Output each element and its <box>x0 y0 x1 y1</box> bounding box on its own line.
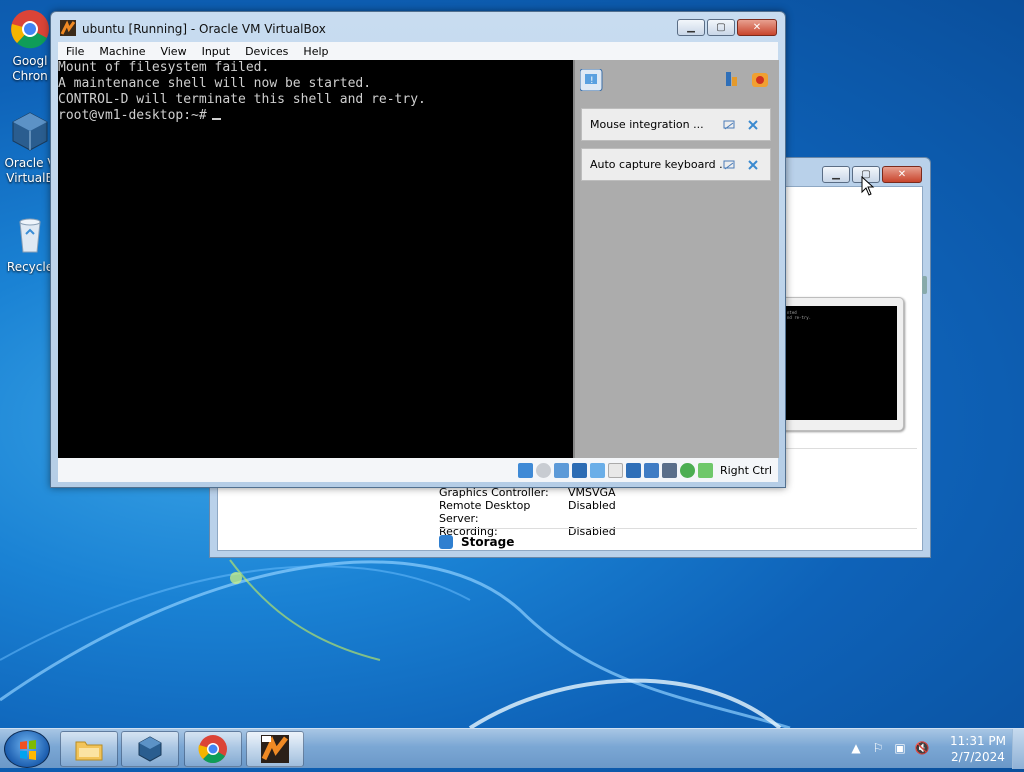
menu-devices[interactable]: Devices <box>245 45 288 58</box>
notification-mouse-integration[interactable]: Mouse integration ... <box>581 108 771 141</box>
action-center-flag-icon[interactable]: ⚐ <box>870 741 886 757</box>
close-icon[interactable] <box>746 158 760 172</box>
vm-preview: nted nd re-try. <box>776 297 904 431</box>
preview-text: nd re-try. <box>787 315 812 320</box>
ubuntu-vm-icon <box>261 735 289 763</box>
notification-center-toolbar: ! <box>580 69 768 91</box>
vm-statusbar: Right Ctrl <box>58 458 778 482</box>
taskbar: ▲ ⚐ ▣ 🔇 11:31 PM 2/7/2024 <box>0 728 1024 769</box>
recording-icon[interactable] <box>643 462 659 478</box>
taskbar-explorer-button[interactable] <box>60 731 118 767</box>
console-prompt-line: root@vm1-desktop:~# <box>58 108 573 124</box>
notification-auto-capture-keyboard[interactable]: Auto capture keyboard ... <box>581 148 771 181</box>
text-cursor <box>211 108 221 120</box>
detail-row: Remote Desktop Server: Disabled <box>439 499 616 525</box>
maximize-button[interactable]: ▢ <box>707 19 735 36</box>
audio-icon[interactable] <box>553 462 569 478</box>
vm-preview-screen: nted nd re-try. <box>785 306 897 420</box>
console-line: A maintenance shell will now be started. <box>58 76 372 91</box>
shared-folders-icon[interactable] <box>607 462 623 478</box>
storage-icon <box>439 535 453 549</box>
start-button[interactable] <box>4 730 50 768</box>
show-hidden-icons-icon[interactable]: ▲ <box>848 741 864 757</box>
svg-text:!: ! <box>590 76 594 86</box>
taskbar-vm-ubuntu-button[interactable] <box>246 731 304 767</box>
clock[interactable]: 11:31 PM 2/7/2024 <box>950 733 1006 765</box>
host-key-label[interactable]: Right Ctrl <box>720 464 772 477</box>
usb-icon[interactable] <box>589 462 605 478</box>
recycle-bin-icon <box>9 214 51 256</box>
keyboard-capture-icon[interactable] <box>697 462 713 478</box>
clock-time: 11:31 PM <box>950 734 1006 748</box>
chrome-icon <box>9 8 51 50</box>
windows-logo-icon <box>20 740 36 760</box>
close-button[interactable]: ✕ <box>737 19 777 36</box>
vm-menubar: File Machine View Input Devices Help <box>58 42 778 60</box>
pin-icon[interactable] <box>722 118 736 132</box>
network-tray-icon[interactable]: ▣ <box>892 741 908 757</box>
show-desktop-button[interactable] <box>1012 729 1024 769</box>
console-prompt: root@vm1-desktop:~# <box>58 108 207 123</box>
volume-muted-icon[interactable]: 🔇 <box>914 741 930 757</box>
minimize-button[interactable]: ▁ <box>677 19 705 36</box>
virtualization-icon[interactable] <box>661 462 677 478</box>
scrollbar-thumb[interactable] <box>922 276 927 294</box>
menu-file[interactable]: File <box>66 45 84 58</box>
virtualbox-icon <box>138 736 162 762</box>
close-icon[interactable] <box>746 118 760 132</box>
notification-text: Mouse integration ... <box>590 118 704 131</box>
mouse-integration-icon[interactable] <box>679 462 695 478</box>
vm-window[interactable]: ubuntu [Running] - Oracle VM VirtualBox … <box>50 11 786 488</box>
display-icon[interactable] <box>625 462 641 478</box>
ubuntu-vm-icon <box>60 20 76 36</box>
notification-center: ! Mouse integration ... Auto capture key… <box>573 60 779 458</box>
optical-drive-icon[interactable] <box>535 462 551 478</box>
mouse-pointer-icon <box>861 176 875 196</box>
menu-input[interactable]: Input <box>202 45 230 58</box>
clock-date: 2/7/2024 <box>951 750 1005 764</box>
vm-window-title: ubuntu [Running] - Oracle VM VirtualBox <box>82 22 326 36</box>
hard-disk-icon[interactable] <box>517 462 533 478</box>
storage-label: Storage <box>461 535 515 549</box>
console-line: CONTROL-D will terminate this shell and … <box>58 92 426 107</box>
chrome-icon <box>198 735 227 764</box>
menu-view[interactable]: View <box>160 45 186 58</box>
minimize-button[interactable]: ▁ <box>822 166 850 183</box>
taskbar-chrome-button[interactable] <box>184 731 242 767</box>
vm-window-controls: ▁ ▢ ✕ <box>677 19 777 36</box>
menu-help[interactable]: Help <box>303 45 328 58</box>
taskbar-virtualbox-manager-button[interactable] <box>121 731 179 767</box>
console-line: Mount of filesystem failed. <box>58 60 270 75</box>
vm-titlebar[interactable]: ubuntu [Running] - Oracle VM VirtualBox … <box>51 12 785 43</box>
pin-icon[interactable] <box>722 158 736 172</box>
notification-text: Auto capture keyboard ... <box>590 158 722 171</box>
storage-section-header[interactable]: Storage <box>439 528 917 549</box>
network-icon[interactable] <box>571 462 587 478</box>
close-button[interactable]: ✕ <box>882 166 922 183</box>
system-tray: ▲ ⚐ ▣ 🔇 11:31 PM 2/7/2024 <box>848 729 1024 769</box>
vm-console-screen[interactable]: Mount of filesystem failed. A maintenanc… <box>58 60 573 458</box>
folder-icon <box>75 741 103 761</box>
menu-machine[interactable]: Machine <box>99 45 145 58</box>
virtualbox-icon <box>9 110 51 152</box>
